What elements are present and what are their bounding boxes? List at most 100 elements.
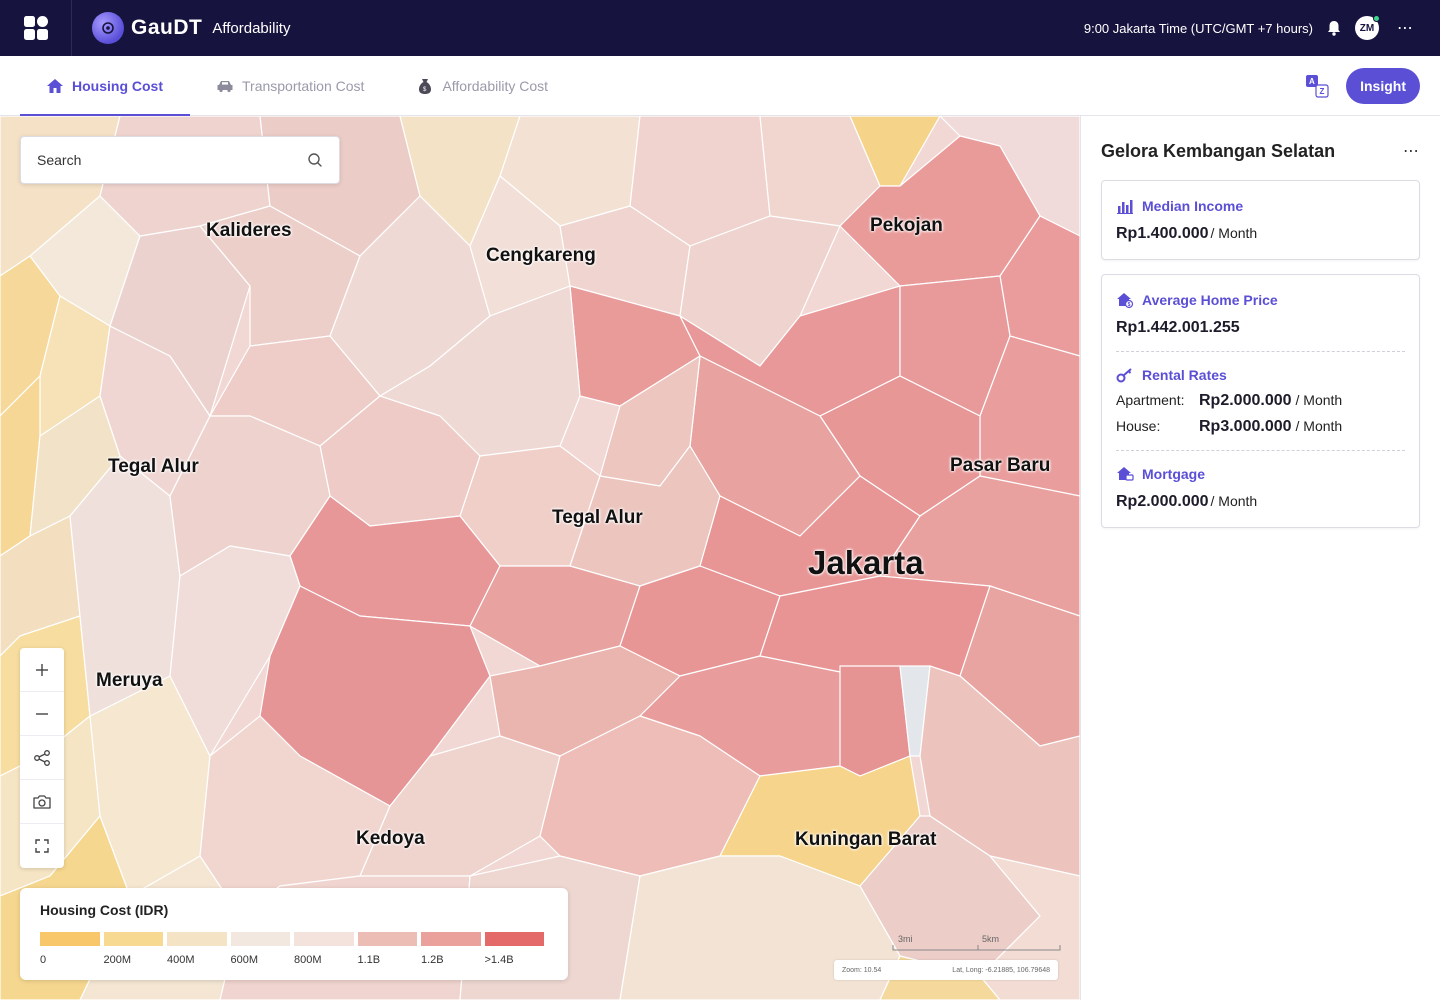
screenshot-button[interactable]: [20, 780, 64, 824]
avatar-initials: ZM: [1359, 22, 1375, 34]
section-title: Affordability: [212, 19, 291, 37]
legend-swatch: [103, 932, 163, 946]
legend-tick: 0: [40, 954, 47, 966]
key-icon: [1116, 368, 1132, 383]
apartment-unit: / Month: [1295, 392, 1343, 408]
map-label-meruya: Meruya: [96, 670, 163, 691]
legend-swatch: [421, 932, 481, 946]
map-label-kuningan-barat: Kuningan Barat: [795, 829, 937, 850]
tab-housing-cost[interactable]: Housing Cost: [0, 56, 190, 116]
apartment-label: Apartment:: [1116, 392, 1185, 408]
house-icon: [46, 77, 64, 95]
rental-rates-title: Rental Rates: [1142, 367, 1227, 383]
time-display: 9:00 Jakarta Time (UTC/GMT +7 hours): [1083, 20, 1313, 36]
home-price-icon: $: [1117, 293, 1134, 309]
scale-mi-label: 3mi: [898, 934, 913, 944]
legend-swatch: [167, 932, 227, 946]
share-icon: [34, 749, 50, 766]
money-bag-icon: $: [416, 77, 434, 95]
brand-name: GauDT: [131, 16, 203, 39]
legend-swatch: [40, 932, 100, 946]
rental-rates-label: Rental Rates: [1116, 366, 1405, 384]
median-income-label: Median Income: [1116, 197, 1405, 215]
svg-text:A: A: [1309, 77, 1315, 86]
map-label-kedoya: Kedoya: [356, 828, 425, 849]
topbar-right: 9:00 Jakarta Time (UTC/GMT +7 hours) ZM …: [1083, 15, 1440, 40]
avatar[interactable]: ZM: [1355, 15, 1380, 40]
map-view[interactable]: Kalideres Cengkareng Pekojan Tegal Alur …: [0, 116, 1080, 1000]
tab-affordability-cost[interactable]: $ Affordability Cost: [390, 56, 574, 116]
zoom-in-icon: [36, 663, 48, 676]
zoom-in-button[interactable]: [20, 648, 64, 692]
home-price-title: Average Home Price: [1142, 292, 1278, 308]
tab-transportation-cost[interactable]: Transportation Cost: [190, 56, 390, 116]
map-label-kalideres: Kalideres: [206, 220, 292, 241]
legend-ticks: 0 200M 400M 600M 800M 1.1B 1.2B >1.4B: [40, 954, 548, 966]
zoom-out-icon: [36, 712, 48, 715]
legend-swatch: [357, 932, 417, 946]
fullscreen-button[interactable]: [20, 824, 64, 868]
legend-tick: >1.4B: [484, 954, 514, 966]
legend-tick: 200M: [103, 954, 132, 966]
scale-km-label: 5km: [982, 934, 1000, 944]
mortgage-unit: / Month: [1210, 493, 1258, 509]
legend-swatch: [294, 932, 354, 946]
search-input[interactable]: [37, 152, 307, 168]
search-box[interactable]: [20, 136, 340, 184]
house-label: House:: [1116, 418, 1161, 434]
more-menu-icon[interactable]: ⋯: [1397, 18, 1414, 38]
tab-label: Transportation Cost: [242, 77, 365, 94]
insight-button[interactable]: Insight: [1346, 67, 1420, 104]
divider: [1116, 351, 1405, 352]
legend-tick: 400M: [167, 954, 195, 966]
map-label-jakarta: Jakarta: [808, 544, 924, 581]
zoom-readout: Zoom: 10.54: [842, 966, 882, 974]
map-label-pekojan: Pekojan: [870, 215, 943, 236]
mortgage-icon: [1117, 467, 1134, 481]
brand[interactable]: GauDT Affordability: [92, 12, 290, 44]
bell-icon[interactable]: [1325, 19, 1343, 37]
fullscreen-icon: [35, 839, 49, 853]
tab-bar-actions: A Z Insight: [1304, 67, 1440, 104]
map-label-pasar-baru: Pasar Baru: [950, 455, 1051, 476]
svg-text:$: $: [1128, 302, 1131, 308]
scale-bar: 3mi 5km: [892, 934, 1062, 954]
car-icon: [216, 77, 234, 95]
mortgage-value-row: Rp2.000.000/ Month: [1116, 493, 1405, 511]
legend-tick: 800M: [294, 954, 322, 966]
map-legend: Housing Cost (IDR) 0 200M 400M 600M 800M…: [20, 888, 568, 980]
map-label-tegal-alur-central: Tegal Alur: [552, 507, 643, 528]
mortgage-value: Rp2.000.000: [1116, 493, 1209, 510]
map-tools: [20, 648, 64, 868]
top-bar: GauDT Affordability 9:00 Jakarta Time (U…: [0, 0, 1440, 56]
apartment-value: Rp2.000.000: [1199, 392, 1292, 409]
map-label-tegal-alur-west: Tegal Alur: [108, 456, 199, 477]
zoom-out-button[interactable]: [20, 692, 64, 736]
apps-grid-icon: [23, 16, 48, 40]
translate-icon[interactable]: A Z: [1304, 73, 1330, 99]
online-status-dot: [1373, 15, 1380, 22]
share-button[interactable]: [20, 736, 64, 780]
divider: [1116, 450, 1405, 451]
svg-text:Z: Z: [1320, 87, 1325, 96]
scale-line: [892, 945, 1061, 951]
tab-bar: Housing Cost Transportation Cost $ Affor…: [0, 56, 1440, 116]
map-label-cengkareng: Cengkareng: [486, 245, 596, 266]
latlong-readout: Lat, Long: -6.21885, 106.79648: [952, 966, 1050, 974]
bar-chart-icon: [1117, 200, 1133, 214]
legend-swatch: [484, 932, 544, 946]
map-region: [839, 665, 911, 777]
tab-label: Housing Cost: [72, 77, 163, 94]
home-price-label: $ Average Home Price: [1116, 291, 1405, 309]
panel-more-icon[interactable]: ⋯: [1403, 141, 1420, 161]
median-income-unit: / Month: [1210, 225, 1258, 241]
panel-title: Gelora Kembangan Selatan: [1101, 140, 1336, 161]
search-icon[interactable]: [307, 152, 323, 168]
legend-tick: 600M: [230, 954, 259, 966]
mortgage-label: Mortgage: [1116, 465, 1405, 483]
median-income-value: Rp1.400.000: [1116, 225, 1209, 242]
legend-tick: 1.1B: [357, 954, 381, 966]
tab-label: Affordability Cost: [442, 77, 549, 94]
apps-grid-button[interactable]: [0, 0, 72, 56]
median-income-card: Median Income Rp1.400.000/ Month: [1101, 180, 1420, 260]
